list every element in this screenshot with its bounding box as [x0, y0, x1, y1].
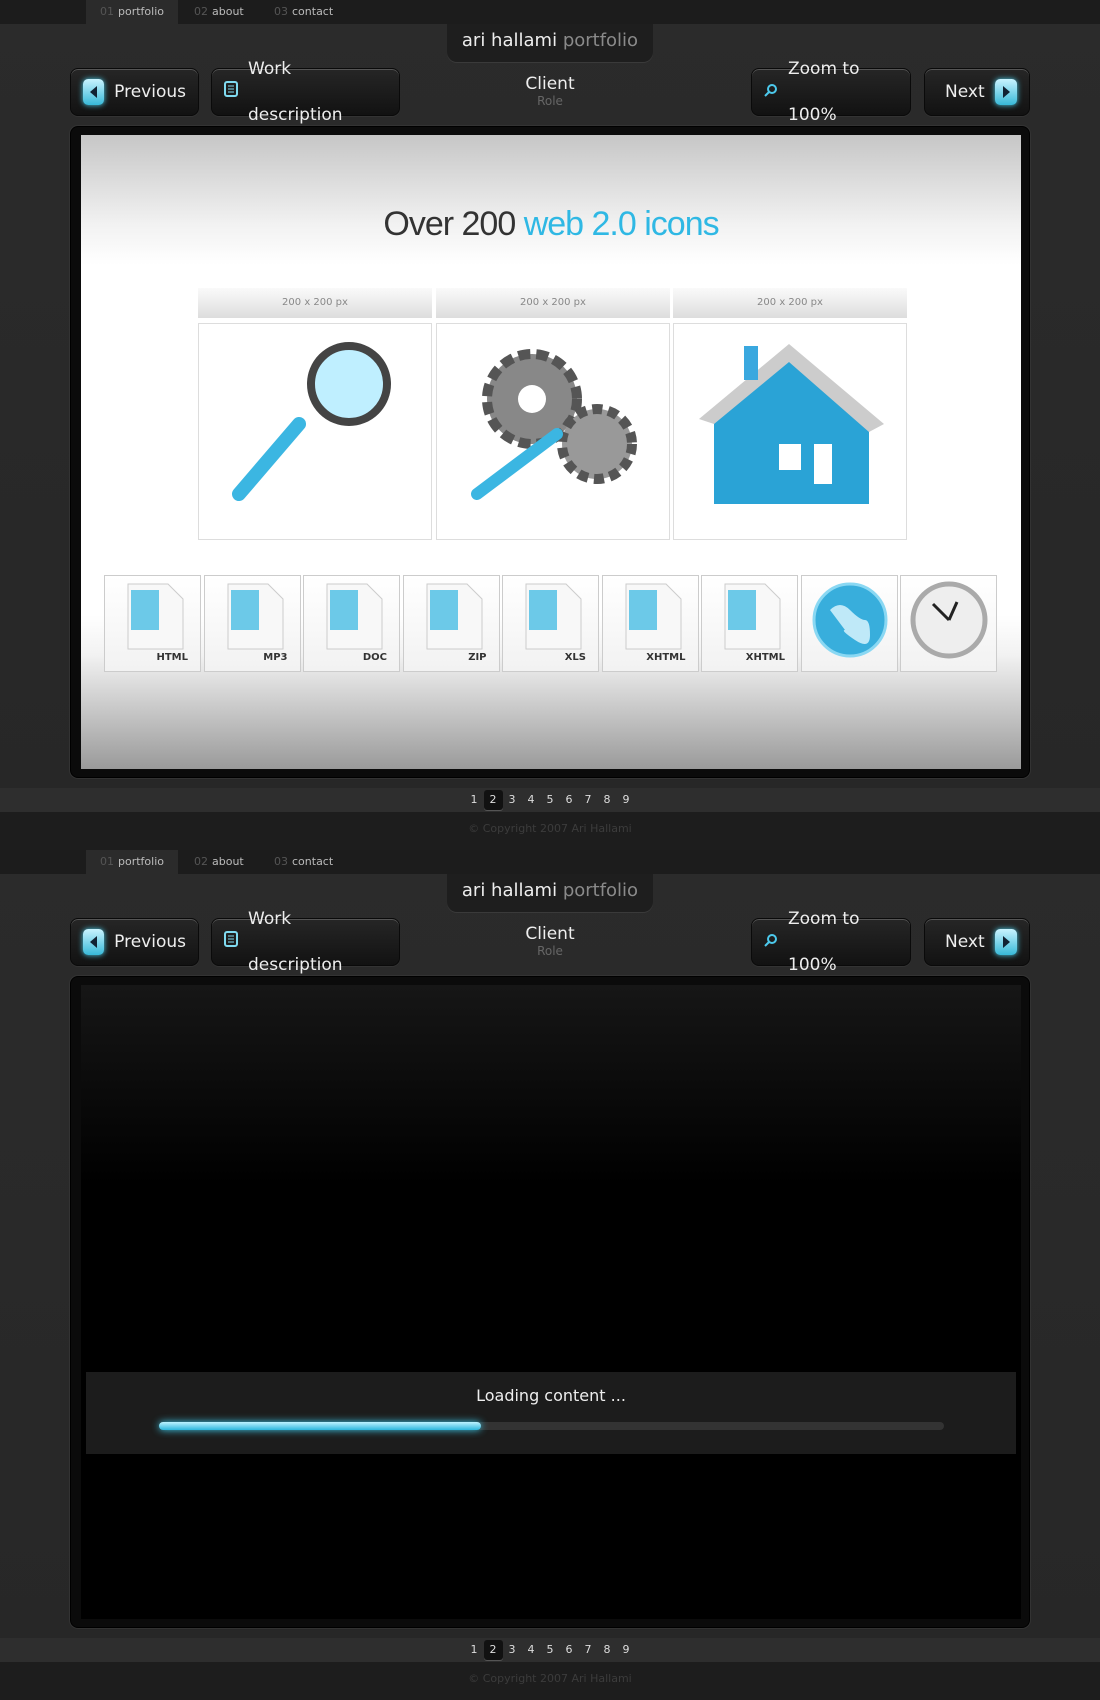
xls-file-icon-tile: XLS: [502, 575, 599, 672]
progress-bar: [159, 1422, 944, 1430]
next-button[interactable]: Next: [924, 68, 1030, 116]
work-description-button[interactable]: Work description: [211, 59, 400, 125]
arrow-right-icon: [994, 929, 1017, 955]
page-6[interactable]: 6: [560, 790, 579, 810]
nav-portfolio[interactable]: 01 portfolio: [86, 0, 178, 24]
site-title: ari hallami portfolio: [447, 24, 653, 62]
previous-button[interactable]: Previous: [70, 68, 199, 116]
magnifier-icon: [198, 323, 432, 540]
page-1[interactable]: 1: [465, 790, 484, 810]
zip-file-icon-tile: ZIP: [402, 575, 500, 672]
nav-contact[interactable]: 03 contact: [260, 850, 347, 874]
book-icon-tile: HTML: [104, 575, 201, 672]
zoom-button[interactable]: Zoom to 100%: [751, 59, 911, 125]
arrow-right-icon: [994, 79, 1017, 105]
work-description-button[interactable]: Work description: [211, 909, 400, 975]
nav-portfolio[interactable]: 01 portfolio: [86, 850, 178, 874]
size-label: 200 x 200 px: [673, 288, 907, 318]
page-6[interactable]: 6: [560, 1640, 579, 1660]
page-3[interactable]: 3: [503, 1640, 522, 1660]
top-nav: 01 portfolio 02 about 03 contact: [0, 0, 1100, 24]
page-4[interactable]: 4: [522, 1640, 541, 1660]
page-7[interactable]: 7: [579, 790, 598, 810]
pagination: 123456789: [0, 1638, 1100, 1662]
nav-about[interactable]: 02 about: [180, 850, 258, 874]
zoom-button[interactable]: Zoom to 100%: [751, 909, 911, 975]
magnifier-icon: [764, 69, 778, 115]
arrow-left-icon: [83, 79, 105, 105]
document-icon: [224, 919, 238, 965]
globe-icon-tile: [800, 575, 898, 672]
copyright: © Copyright 2007 Ari Hallami: [468, 822, 632, 835]
site-title: ari hallami portfolio: [447, 874, 653, 912]
previous-button[interactable]: Previous: [70, 918, 199, 966]
page-4[interactable]: 4: [522, 790, 541, 810]
next-button[interactable]: Next: [924, 918, 1030, 966]
content-viewport: Over 200 web 2.0 icons 200 x 200 px 200 x …: [81, 135, 1021, 769]
size-label: 200 x 200 px: [198, 288, 432, 318]
book-file-icon-tile: XHTML: [701, 575, 798, 672]
content-viewport: Loading content ...: [81, 985, 1021, 1619]
content-frame: Loading content ...: [70, 976, 1030, 1628]
pagination: 123456789: [0, 788, 1100, 812]
magnifier-icon: [764, 919, 778, 965]
gears-wrench-icon: [436, 323, 670, 540]
copyright: © Copyright 2007 Ari Hallami: [468, 1672, 632, 1685]
document-icon: [224, 69, 238, 115]
portfolio-view-loaded: 01 portfolio 02 about 03 contact ari hallam…: [0, 0, 1100, 850]
page-5[interactable]: 5: [541, 790, 560, 810]
page-3[interactable]: 3: [503, 790, 522, 810]
house-icon: [673, 323, 907, 540]
nav-contact[interactable]: 03 contact: [260, 0, 347, 24]
music-file-icon-tile: MP3: [203, 575, 301, 672]
content-frame: Over 200 web 2.0 icons 200 x 200 px 200 x …: [70, 126, 1030, 778]
size-label: 200 x 200 px: [436, 288, 670, 318]
project-info: Client Role: [525, 924, 575, 958]
page-5[interactable]: 5: [541, 1640, 560, 1660]
page-1[interactable]: 1: [465, 1640, 484, 1660]
table-file-icon-tile: XHTML: [601, 575, 699, 672]
clock-icon-tile: [900, 575, 997, 672]
top-nav: 01 portfolio 02 about 03 contact: [0, 850, 1100, 874]
nav-about[interactable]: 02 about: [180, 0, 258, 24]
page-8[interactable]: 8: [598, 790, 617, 810]
page-2[interactable]: 2: [483, 1640, 503, 1660]
doc-file-icon-tile: DOC: [303, 575, 400, 672]
slide-headline: Over 200 web 2.0 icons: [383, 205, 719, 243]
project-info: Client Role: [525, 74, 575, 108]
page-9[interactable]: 9: [617, 1640, 636, 1660]
arrow-left-icon: [83, 929, 105, 955]
page-2[interactable]: 2: [483, 790, 503, 810]
portfolio-view-loading: 01 portfolio 02 about 03 contact ari hallam…: [0, 850, 1100, 1700]
page-8[interactable]: 8: [598, 1640, 617, 1660]
page-9[interactable]: 9: [617, 790, 636, 810]
loading-panel: Loading content ...: [86, 1372, 1016, 1454]
progress-fill: [159, 1422, 481, 1430]
page-7[interactable]: 7: [579, 1640, 598, 1660]
